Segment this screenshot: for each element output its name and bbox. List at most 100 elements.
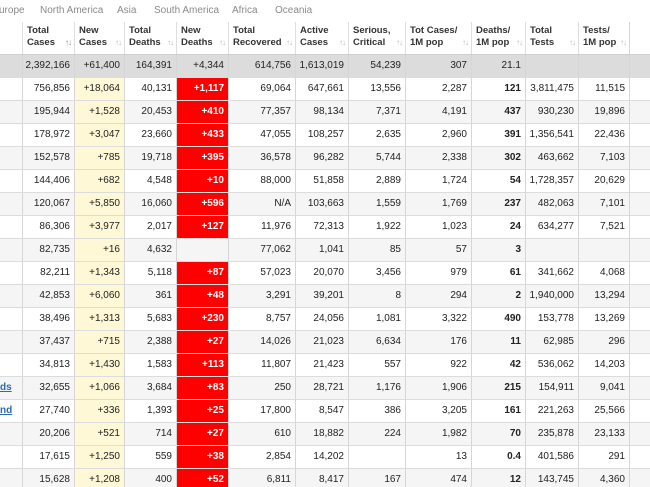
cell-total-deaths: 40,131 [124, 78, 176, 100]
cell-tot-cases-1m: 2,287 [405, 78, 471, 100]
country-cell [0, 147, 22, 169]
sort-arrows-icon[interactable]: ↑↓ [286, 37, 293, 49]
cell-total-deaths: 2,388 [124, 331, 176, 353]
country-link[interactable]: ds [0, 382, 12, 393]
cell-total-tests [525, 239, 578, 261]
tab-south-america[interactable]: South America [154, 5, 219, 16]
country-cell [0, 216, 22, 238]
table-row: 86,306 +3,977 2,017 +127 11,976 72,313 1,922 1,… [0, 216, 650, 239]
sort-arrows-icon[interactable]: ↑↓ [219, 37, 226, 49]
sort-arrows-icon[interactable]: ↑↓ [339, 37, 346, 49]
header-new-cases[interactable]: New Cases ↑↓ [74, 22, 124, 54]
total-total-deaths: 164,391 [124, 55, 176, 77]
header-serious-critical[interactable]: Serious, Critical ↑↓ [348, 22, 405, 54]
cell-new-deaths: +52 [176, 469, 228, 487]
total-total-cases: 2,392,166 [22, 55, 74, 77]
cell-total-recovered: N/A [228, 193, 295, 215]
sort-arrows-icon[interactable]: ↑↓ [620, 37, 627, 49]
cell-tot-cases-1m: 3,205 [405, 400, 471, 422]
cell-tests-1m: 22,436 [578, 124, 629, 146]
table-row: 37,437 +715 2,388 +27 14,026 21,023 6,634 176 11… [0, 331, 650, 354]
cell-serious-critical: 1,922 [348, 216, 405, 238]
cell-new-cases: +3,047 [74, 124, 124, 146]
sort-arrows-icon[interactable]: ↑↓ [396, 37, 403, 49]
cell-total-cases: 17,615 [22, 446, 74, 468]
cell-deaths-1m: 161 [471, 400, 525, 422]
header-deaths-1m[interactable]: Deaths/ 1M pop ↑↓ [471, 22, 525, 54]
country-cell [0, 331, 22, 353]
tab-europe[interactable]: urope [0, 5, 25, 16]
country-cell [0, 170, 22, 192]
cell-total-deaths: 400 [124, 469, 176, 487]
cell-total-cases: 32,655 [22, 377, 74, 399]
tab-north-america[interactable]: North America [40, 5, 103, 16]
cell-tot-cases-1m: 2,338 [405, 147, 471, 169]
cell-deaths-1m: 0.4 [471, 446, 525, 468]
header-total-recovered[interactable]: Total Recovered ↑↓ [228, 22, 295, 54]
cell-total-deaths: 19,718 [124, 147, 176, 169]
header-total-tests[interactable]: Total Tests ↑↓ [525, 22, 578, 54]
cell-tests-1m: 296 [578, 331, 629, 353]
table-row: 34,813 +1,430 1,583 +113 11,807 21,423 557 922 4… [0, 354, 650, 377]
cell-total-recovered: 57,023 [228, 262, 295, 284]
cell-active-cases: 21,423 [295, 354, 348, 376]
header-total-cases[interactable]: Total Cases ↑↓ [22, 22, 74, 54]
cell-total-cases: 152,578 [22, 147, 74, 169]
header-tot-cases-1m[interactable]: Tot Cases/ 1M pop ↑↓ [405, 22, 471, 54]
table-row: 152,578 +785 19,718 +395 36,578 96,282 5,744 2,… [0, 147, 650, 170]
country-cell [0, 262, 22, 284]
country-cell [0, 469, 22, 487]
tab-asia[interactable]: Asia [117, 5, 136, 16]
cell-total-recovered: 36,578 [228, 147, 295, 169]
cell-total-tests: 153,778 [525, 308, 578, 330]
country-cell [0, 308, 22, 330]
cell-total-recovered: 8,757 [228, 308, 295, 330]
sort-arrows-icon[interactable]: ↑↓ [516, 37, 523, 49]
header-new-deaths[interactable]: New Deaths ↑↓ [176, 22, 228, 54]
tab-oceania[interactable]: Oceania [275, 5, 312, 16]
cell-active-cases: 39,201 [295, 285, 348, 307]
cell-serious-critical: 1,081 [348, 308, 405, 330]
cell-deaths-1m: 12 [471, 469, 525, 487]
cell-new-deaths: +27 [176, 423, 228, 445]
header-label: Deaths/ 1M pop [476, 25, 511, 48]
sort-arrows-icon[interactable]: ↑↓ [65, 37, 72, 49]
sort-arrows-icon[interactable]: ↑↓ [569, 37, 576, 49]
cell-total-deaths: 5,683 [124, 308, 176, 330]
cell-total-recovered: 3,291 [228, 285, 295, 307]
header-label: Total Cases [27, 25, 55, 48]
cell-deaths-1m: 237 [471, 193, 525, 215]
cell-tests-1m: 7,521 [578, 216, 629, 238]
sort-arrows-icon[interactable]: ↑↓ [115, 37, 122, 49]
header-label: Tests/ 1M pop [583, 25, 617, 48]
country-link[interactable]: nd [0, 405, 12, 416]
cell-total-deaths: 4,548 [124, 170, 176, 192]
header-total-deaths[interactable]: Total Deaths ↑↓ [124, 22, 176, 54]
cell-tests-1m: 4,360 [578, 469, 629, 487]
sort-arrows-icon[interactable]: ↑↓ [462, 37, 469, 49]
table-row: 42,853 +6,060 361 +48 3,291 39,201 8 294 2 1,940,… [0, 285, 650, 308]
cell-tot-cases-1m: 57 [405, 239, 471, 261]
cell-total-tests: 341,662 [525, 262, 578, 284]
cell-tot-cases-1m: 922 [405, 354, 471, 376]
header-country [0, 22, 22, 54]
header-tests-1m[interactable]: Tests/ 1M pop ↑↓ [578, 22, 629, 54]
cell-active-cases: 8,417 [295, 469, 348, 487]
cell-total-deaths: 714 [124, 423, 176, 445]
header-active-cases[interactable]: Active Cases ↑↓ [295, 22, 348, 54]
cell-tests-1m: 13,269 [578, 308, 629, 330]
cell-active-cases: 24,056 [295, 308, 348, 330]
table-row: 38,496 +1,313 5,683 +230 8,757 24,056 1,081 3,3… [0, 308, 650, 331]
sort-arrows-icon[interactable]: ↑↓ [167, 37, 174, 49]
cell-total-deaths: 16,060 [124, 193, 176, 215]
header-label: New Deaths [181, 25, 213, 48]
cell-total-tests: 482,063 [525, 193, 578, 215]
cell-total-recovered: 77,062 [228, 239, 295, 261]
cell-deaths-1m: 215 [471, 377, 525, 399]
tab-africa[interactable]: Africa [232, 5, 258, 16]
cell-serious-critical: 2,889 [348, 170, 405, 192]
cell-deaths-1m: 3 [471, 239, 525, 261]
cell-total-cases: 144,406 [22, 170, 74, 192]
cell-new-cases: +1,250 [74, 446, 124, 468]
cell-tests-1m: 9,041 [578, 377, 629, 399]
